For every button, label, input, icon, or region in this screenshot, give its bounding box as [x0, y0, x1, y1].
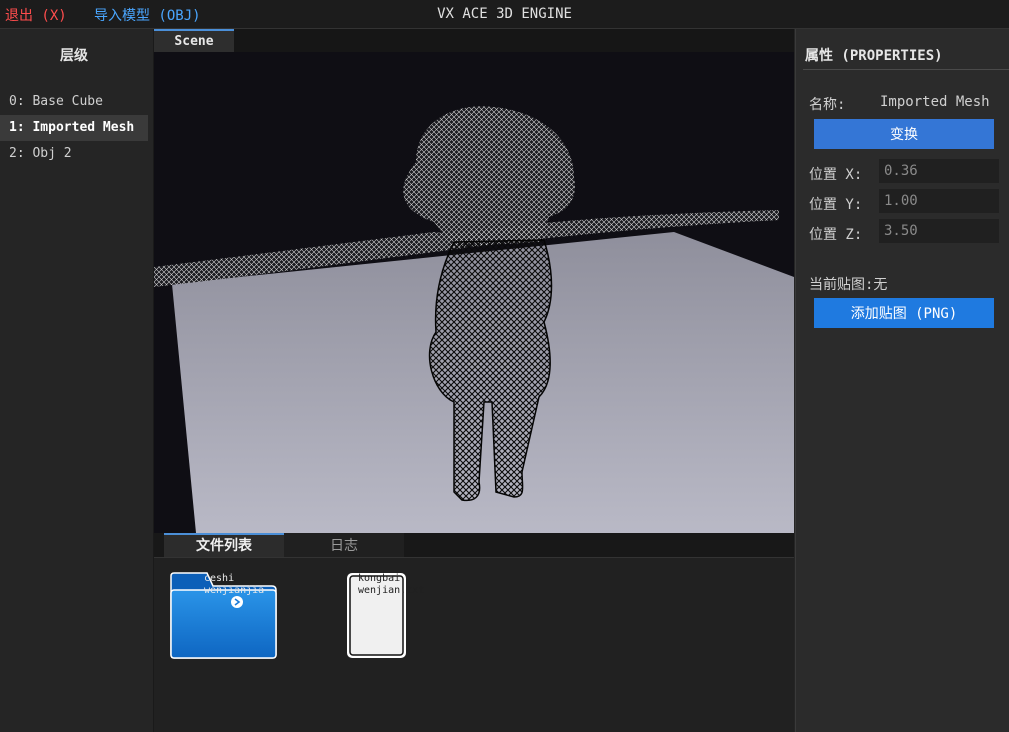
position-z-label: 位置 Z:: [809, 227, 863, 243]
scene-render: [154, 106, 794, 533]
file-name-folder: ceshi wenjianjia: [204, 573, 265, 596]
hierarchy-title: 层级: [60, 48, 88, 64]
position-x-label: 位置 X:: [809, 167, 863, 183]
name-label: 名称:: [809, 97, 846, 113]
tab-scene[interactable]: Scene: [154, 29, 234, 52]
current-texture-label: 当前贴图:无: [809, 277, 888, 293]
properties-divider: [803, 69, 1009, 70]
add-texture-button[interactable]: 添加贴图 (PNG): [814, 298, 994, 328]
position-y-input[interactable]: [879, 189, 999, 213]
properties-title: 属性 (PROPERTIES): [805, 48, 943, 64]
tab-log[interactable]: 日志: [284, 533, 404, 557]
position-z-input[interactable]: [879, 219, 999, 243]
hierarchy-item-base-cube[interactable]: 0: Base Cube: [0, 89, 148, 115]
position-x-input[interactable]: [879, 159, 999, 183]
scene-tab-bar: [154, 29, 794, 52]
position-y-label: 位置 Y:: [809, 197, 863, 213]
hierarchy-panel: 层级 0: Base Cube 1: Imported Mesh 2: Obj …: [0, 29, 154, 732]
hierarchy-item-obj-2[interactable]: 2: Obj 2: [0, 141, 148, 167]
scene-viewport[interactable]: [154, 52, 794, 533]
app-title: VX ACE 3D ENGINE: [437, 6, 572, 22]
transform-button[interactable]: 变换: [814, 119, 994, 149]
name-value: Imported Mesh: [880, 94, 990, 110]
file-name-text: kongbai wenjian.txt: [358, 573, 425, 596]
hierarchy-item-imported-mesh[interactable]: 1: Imported Mesh: [0, 115, 148, 141]
tab-file-list[interactable]: 文件列表: [164, 533, 284, 557]
